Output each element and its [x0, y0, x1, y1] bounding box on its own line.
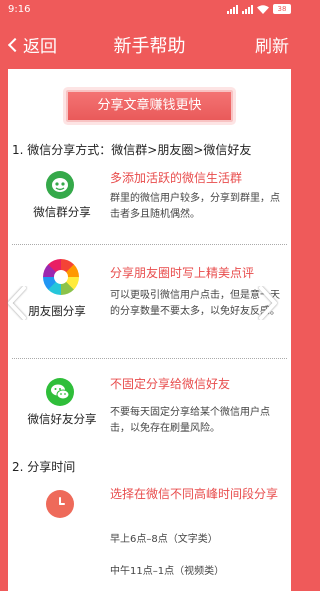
time-slot-morning: 早上6点–8点（文字类）: [110, 534, 218, 545]
wechat-group-icon: [46, 171, 74, 199]
section-title-share-time: 2. 分享时间: [12, 460, 76, 474]
wifi-icon: [257, 4, 269, 14]
status-time: 9:16: [8, 4, 31, 15]
banner: 分享文章赚钱更快: [66, 90, 233, 122]
entry-label-wechat-group: 微信群分享: [33, 205, 91, 219]
next-arrow-icon[interactable]: [257, 286, 279, 320]
refresh-button[interactable]: 刷新: [255, 32, 289, 57]
entry-heading-share-time: 选择在微信不同高峰时间段分享: [110, 487, 279, 501]
divider: [12, 244, 287, 245]
entry-heading-moments: 分享朋友圈时写上精美点评: [110, 266, 255, 280]
prev-arrow-icon[interactable]: [6, 286, 28, 320]
battery-icon: 38: [273, 4, 291, 14]
entry-heading-wechat-friend: 不固定分享给微信好友: [110, 377, 231, 391]
cellular-signal-icon: [227, 4, 238, 14]
cellular-signal-icon-2: [242, 4, 253, 14]
moments-aperture-icon: [43, 259, 79, 295]
section-title-share-methods: 1. 微信分享方式：微信群>朋友圈>微信好友: [12, 143, 252, 157]
entry-desc-wechat-group: 群里的微信用户较多，分享到群里，点击者多且随机偶然。: [110, 193, 280, 220]
entry-heading-wechat-group: 多添加活跃的微信生活群: [110, 171, 243, 185]
time-slot-noon: 中午11点–1点（视频类）: [110, 566, 225, 577]
entry-label-wechat-friend: 微信好友分享: [27, 412, 97, 426]
clock-icon: [46, 490, 74, 518]
wechat-icon: [46, 378, 74, 406]
entry-desc-wechat-friend: 不要每天固定分享给某个微信用户点击，以免存在刷量风险。: [110, 407, 270, 434]
help-content: 分享文章赚钱更快 1. 微信分享方式：微信群>朋友圈>微信好友 微信群分享 多添…: [8, 69, 291, 591]
nav-bar: 返回 新手帮助 刷新: [0, 20, 299, 66]
status-bar: 9:16 38: [0, 0, 299, 20]
divider: [12, 358, 287, 359]
entry-desc-moments: 可以更吸引微信用户点击，但是意一天的分享数量不要太多，以免好友反感。: [110, 290, 280, 317]
status-icons: 38: [227, 4, 291, 14]
